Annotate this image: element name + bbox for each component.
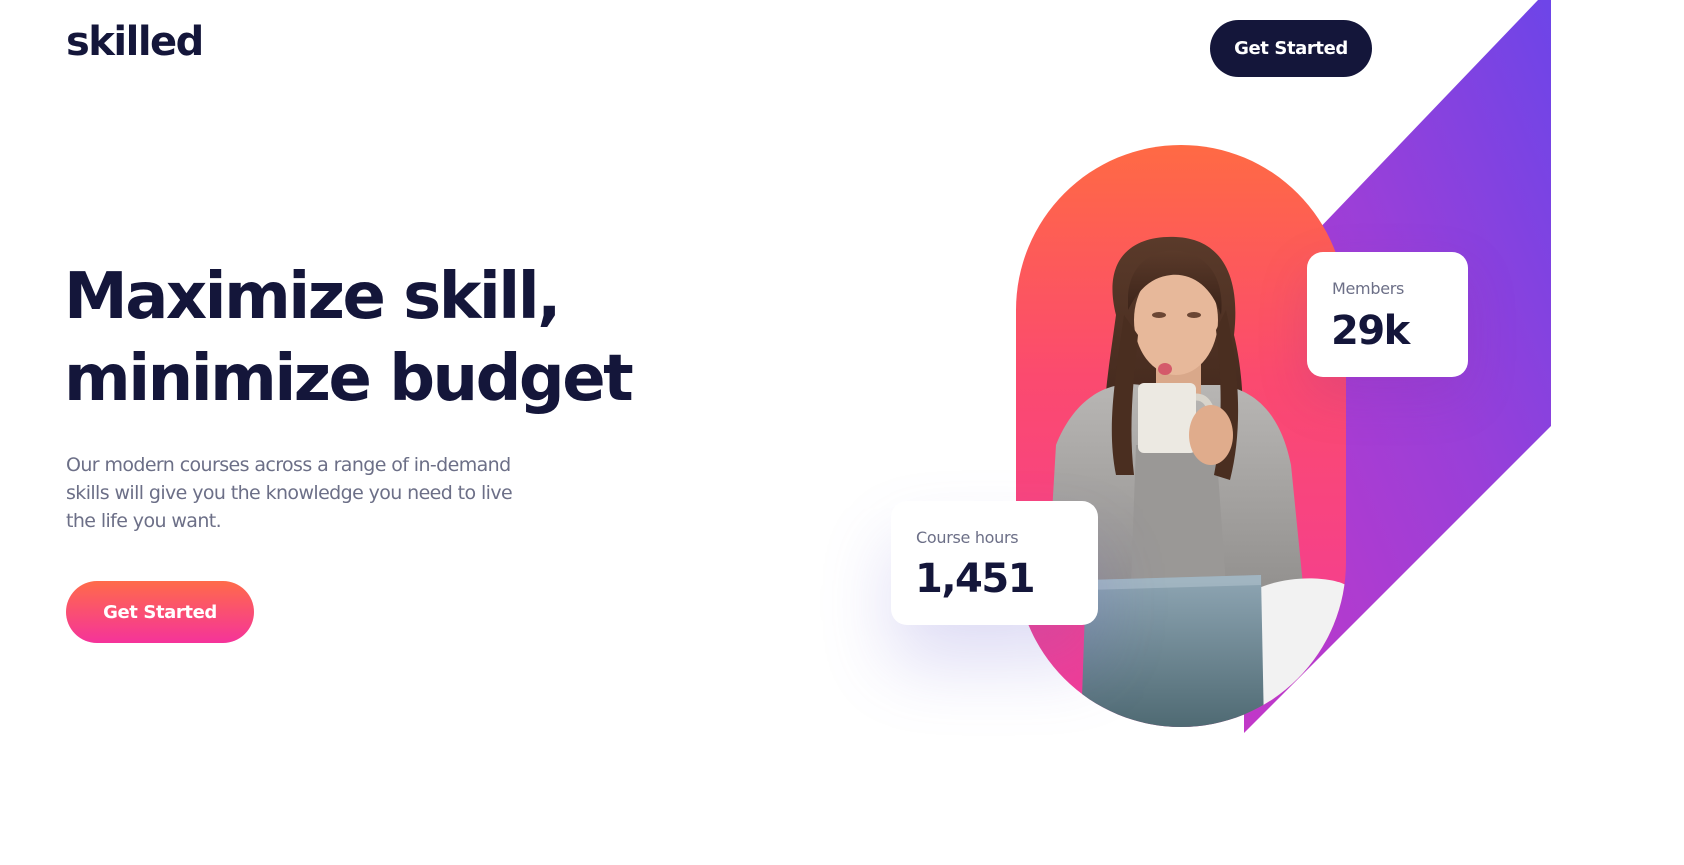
header-get-started-button[interactable]: Get Started <box>1210 20 1372 77</box>
hero-get-started-button[interactable]: Get Started <box>66 581 254 643</box>
members-label: Members <box>1332 279 1405 298</box>
hero-title: Maximize skill, minimize budget <box>64 256 684 420</box>
brand-logo[interactable]: skilled <box>66 20 204 64</box>
members-value: 29k <box>1331 308 1410 354</box>
course-hours-label: Course hours <box>916 528 1019 547</box>
course-hours-value: 1,451 <box>915 556 1036 602</box>
hero-title-line-1: Maximize skill, <box>64 260 561 334</box>
members-stat-card: Members 29k <box>1307 252 1468 377</box>
landing-page: skilled Get Started Maximize skill, mini… <box>0 0 1684 865</box>
hero-description: Our modern courses across a range of in-… <box>66 454 513 532</box>
hero-title-line-2: minimize budget <box>64 342 634 416</box>
woman-with-coffee-image <box>1046 236 1346 727</box>
hero-image-pill <box>1016 145 1346 727</box>
diagonal-gradient-band <box>1244 0 1551 733</box>
course-hours-stat-card: Course hours 1,451 <box>891 501 1098 625</box>
